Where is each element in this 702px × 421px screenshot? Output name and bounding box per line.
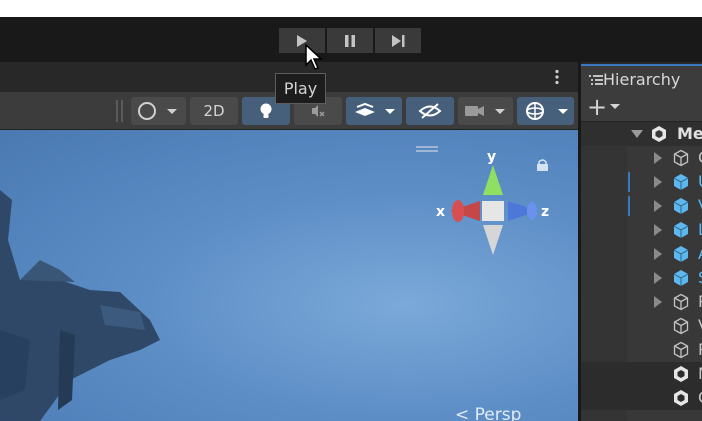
perspective-icon: <: [455, 405, 470, 421]
hierarchy-root-row[interactable]: Me: [581, 122, 702, 146]
hierarchy-root-label: Me: [677, 124, 702, 143]
hierarchy-row-label: C: [698, 148, 702, 167]
unity-object-icon: [674, 390, 688, 406]
chevron-down-icon: [610, 104, 621, 109]
modified-indicator: [628, 172, 630, 192]
prefab-cube-icon: [673, 222, 689, 238]
camera-icon: [464, 106, 505, 116]
hierarchy-row[interactable]: U: [581, 170, 702, 194]
pause-icon: [345, 34, 355, 47]
list-icon: [589, 75, 603, 85]
hierarchy-row-label: V: [698, 316, 702, 335]
light-bulb-icon: [260, 103, 272, 118]
more-options-icon[interactable]: [554, 69, 560, 85]
hierarchy-row-label: U: [698, 172, 702, 191]
scene-visibility-toggle[interactable]: [406, 97, 454, 125]
projection-toggle[interactable]: < Persp: [455, 405, 521, 421]
hierarchy-row[interactable]: C: [581, 146, 702, 170]
gizmos-icon: [525, 102, 568, 120]
scene-building-silhouette: [0, 190, 160, 421]
modified-indicator: [628, 196, 630, 216]
gizmo-x-label: x: [436, 204, 446, 220]
hierarchy-row[interactable]: V: [581, 194, 702, 218]
gizmo-z-label: z: [541, 204, 550, 220]
projection-label: Persp: [474, 405, 522, 421]
audio-mute-icon: [312, 105, 325, 117]
prefab-cube-icon: [673, 270, 689, 286]
hierarchy-row[interactable]: V: [581, 314, 702, 338]
hierarchy-row-label: P: [698, 340, 702, 359]
expand-arrow-icon[interactable]: [653, 200, 663, 212]
hierarchy-row[interactable]: P: [581, 290, 702, 314]
gameobject-cube-icon: [673, 317, 689, 335]
scene-viewport[interactable]: y x z < Persp: [0, 130, 578, 421]
lock-icon[interactable]: [536, 158, 549, 172]
orientation-gizmo[interactable]: [440, 155, 550, 265]
hierarchy-row-label: P: [698, 292, 702, 311]
viewport-grip[interactable]: [416, 150, 438, 152]
toolbar-grip: [121, 100, 123, 122]
tooltip-text: Play: [283, 79, 318, 98]
viewport-grip[interactable]: [416, 146, 438, 148]
hierarchy-tree: Me CUVLASPVPMC: [581, 122, 702, 421]
prefab-cube-icon: [673, 246, 689, 262]
gameobject-cube-icon: [673, 341, 689, 359]
expand-arrow-icon[interactable]: [631, 129, 643, 139]
shading-mode-icon: [137, 102, 177, 120]
gizmo-y-label: y: [487, 149, 497, 165]
2d-mode-button[interactable]: 2D: [190, 97, 238, 125]
expand-arrow-icon[interactable]: [653, 176, 663, 188]
expand-arrow-icon[interactable]: [653, 152, 663, 164]
step-icon: [392, 34, 405, 47]
expand-arrow-icon[interactable]: [653, 248, 663, 260]
hierarchy-row[interactable]: P: [581, 338, 702, 362]
hidden-eye-icon: [418, 103, 442, 119]
hierarchy-row[interactable]: C: [581, 386, 702, 410]
expand-arrow-icon[interactable]: [653, 296, 663, 308]
effects-dropdown[interactable]: [346, 97, 402, 125]
gameobject-cube-icon: [673, 149, 689, 167]
hierarchy-row-label: A: [698, 244, 702, 263]
hierarchy-row-label: L: [698, 220, 702, 239]
hierarchy-row[interactable]: M: [581, 362, 702, 386]
play-tooltip: Play: [275, 73, 326, 104]
prefab-cube-icon: [673, 174, 689, 190]
mouse-cursor-icon: [305, 44, 323, 70]
expand-arrow-icon[interactable]: [653, 272, 663, 284]
gameobject-cube-icon: [673, 293, 689, 311]
add-object-button[interactable]: +: [587, 92, 621, 122]
scene-unity-icon: [652, 126, 666, 142]
expand-arrow-icon[interactable]: [653, 224, 663, 236]
plus-icon: +: [587, 93, 608, 121]
hierarchy-row-label: V: [698, 196, 702, 215]
prefab-cube-icon: [673, 198, 689, 214]
hierarchy-toolbar: +: [581, 92, 702, 122]
hierarchy-row-label: S: [698, 268, 702, 287]
hierarchy-row-label: C: [698, 388, 702, 407]
hierarchy-row[interactable]: L: [581, 218, 702, 242]
camera-dropdown[interactable]: [458, 97, 513, 125]
gizmos-dropdown[interactable]: [517, 97, 574, 125]
pause-button[interactable]: [327, 28, 373, 53]
hierarchy-row[interactable]: S: [581, 266, 702, 290]
hierarchy-title: Hierarchy: [603, 69, 681, 89]
hierarchy-row[interactable]: A: [581, 242, 702, 266]
hierarchy-row-label: M: [698, 364, 702, 383]
2d-mode-label: 2D: [203, 102, 225, 120]
toolbar-grip: [116, 100, 118, 122]
shading-mode-dropdown[interactable]: [131, 97, 186, 125]
main-toolbar: [0, 17, 702, 62]
unity-object-icon: [674, 366, 688, 382]
step-button[interactable]: [375, 28, 421, 53]
tab-hierarchy[interactable]: Hierarchy: [581, 64, 702, 92]
effects-layers-icon: [355, 102, 395, 116]
